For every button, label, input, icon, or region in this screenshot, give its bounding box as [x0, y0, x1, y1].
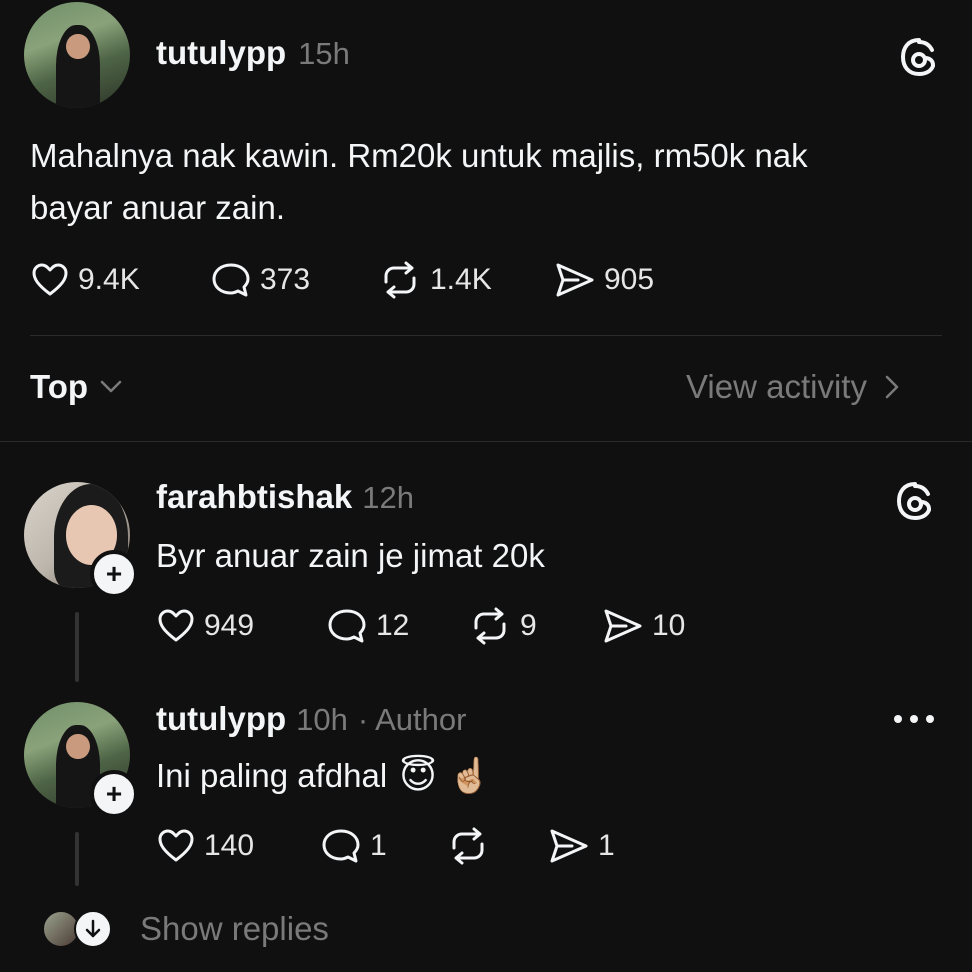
post-username[interactable]: tutulypp: [156, 34, 286, 72]
share-count: 905: [604, 263, 655, 296]
heart-icon: [32, 263, 68, 296]
reply-2-like-button[interactable]: 140: [156, 826, 254, 866]
reply-1-like-count: 949: [204, 609, 255, 642]
heart-icon: [158, 829, 194, 862]
thread-line-2: [75, 832, 79, 886]
heart-icon: [158, 609, 194, 642]
share-button[interactable]: 905: [554, 260, 654, 300]
reply-1-username[interactable]: farahbtishak: [156, 478, 352, 516]
pointing-up-emoji: ☝🏼: [448, 757, 492, 795]
post-text-line-2: bayar anuar zain.: [30, 189, 285, 226]
post-author-avatar[interactable]: [24, 2, 130, 108]
comment-bubble-icon: [328, 609, 366, 643]
reply-1-share-count: 10: [652, 609, 686, 642]
reply-2-username[interactable]: tutulypp: [156, 700, 286, 738]
divider-section: [0, 441, 972, 442]
send-icon: [550, 829, 588, 863]
reply-1-time: 12h: [362, 480, 414, 515]
view-activity-label: View activity: [686, 368, 867, 405]
reply-2-comment-button[interactable]: 1: [320, 826, 387, 866]
repost-count: 1.4K: [430, 263, 492, 296]
arrow-down-icon: [74, 910, 112, 948]
follow-button-reply-2[interactable]: +: [90, 770, 138, 818]
repost-icon: [452, 827, 484, 865]
post-time: 15h: [298, 36, 350, 71]
comment-button[interactable]: 373: [210, 260, 310, 300]
comment-count: 373: [260, 263, 311, 296]
author-tag: · Author: [357, 702, 467, 737]
reply-2-text: Ini paling afdhal: [156, 757, 388, 794]
threads-logo-icon[interactable]: [898, 36, 940, 83]
sort-dropdown[interactable]: Top: [30, 368, 122, 406]
repost-icon: [474, 607, 506, 645]
reply-1-comment-button[interactable]: 12: [326, 606, 409, 646]
reply-1-text: Byr anuar zain je jimat 20k: [156, 537, 545, 574]
threads-logo-icon[interactable]: [894, 480, 936, 527]
reply-2-comment-count: 1: [370, 829, 387, 862]
comment-bubble-icon: [322, 829, 360, 863]
reply-2-time: 10h: [296, 702, 348, 737]
divider-top: [30, 335, 942, 336]
like-button[interactable]: 9.4K: [30, 260, 140, 300]
post-text-line-1: Mahalnya nak kawin. Rm20k untuk majlis, …: [30, 137, 808, 174]
show-replies-label: Show replies: [140, 910, 329, 947]
comment-bubble-icon: [212, 263, 250, 297]
chevron-right-icon: [885, 375, 899, 399]
reply-2-share-count: 1: [598, 829, 615, 862]
reply-1-repost-button[interactable]: 9: [468, 606, 537, 646]
reply-1-repost-count: 9: [520, 609, 537, 642]
chevron-down-icon: [100, 380, 122, 393]
thread-line-1: [75, 612, 79, 682]
send-icon: [556, 263, 594, 297]
repost-button[interactable]: 1.4K: [378, 260, 492, 300]
view-activity-link[interactable]: View activity: [686, 368, 899, 406]
repost-icon: [384, 261, 416, 299]
more-dots-icon[interactable]: [892, 712, 936, 730]
halo-smile-emoji: 😇: [399, 755, 437, 796]
follow-button-reply-1[interactable]: +: [90, 550, 138, 598]
like-count: 9.4K: [78, 263, 140, 296]
reply-1-like-button[interactable]: 949: [156, 606, 254, 646]
send-icon: [604, 609, 642, 643]
reply-2-like-count: 140: [204, 829, 255, 862]
reply-1-share-button[interactable]: 10: [602, 606, 685, 646]
sort-label: Top: [30, 368, 89, 405]
reply-2-share-button[interactable]: 1: [548, 826, 615, 866]
reply-1-comment-count: 12: [376, 609, 410, 642]
reply-2-repost-button[interactable]: [446, 826, 498, 866]
show-replies-button[interactable]: Show replies: [42, 910, 329, 948]
